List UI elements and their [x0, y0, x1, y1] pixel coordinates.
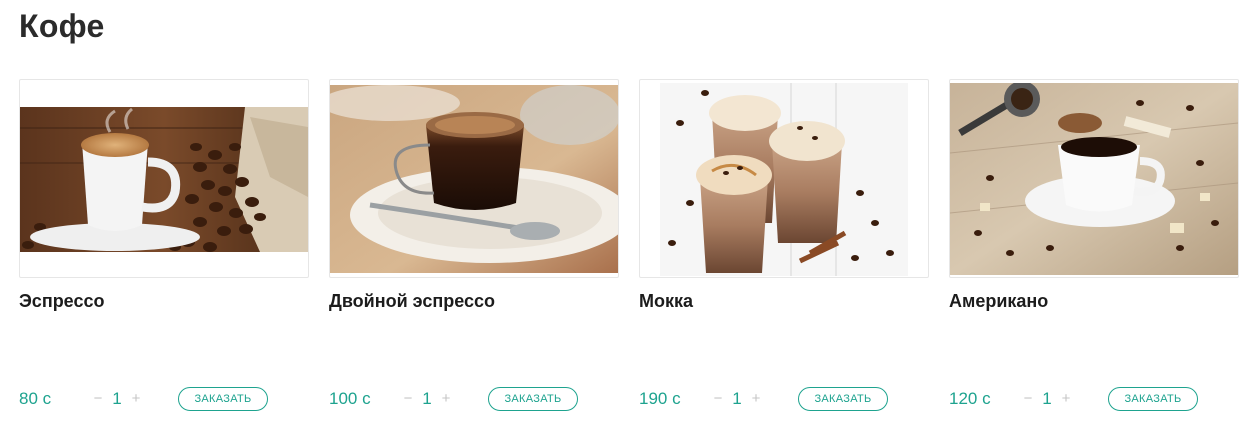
quantity-stepper: − 1 +: [1021, 388, 1073, 410]
order-button[interactable]: ЗАКАЗАТЬ: [178, 387, 268, 411]
order-button[interactable]: ЗАКАЗАТЬ: [488, 387, 578, 411]
product-name[interactable]: Американо: [949, 291, 1048, 312]
product-image-double-espresso[interactable]: [329, 79, 619, 278]
espresso-photo: [20, 107, 308, 252]
quantity-stepper: − 1 +: [91, 388, 143, 410]
product-price: 190 с: [639, 389, 681, 408]
product-name[interactable]: Мокка: [639, 291, 693, 312]
order-button[interactable]: ЗАКАЗАТЬ: [798, 387, 888, 411]
decrement-button[interactable]: −: [1021, 388, 1035, 410]
order-button[interactable]: ЗАКАЗАТЬ: [1108, 387, 1198, 411]
product-image-espresso[interactable]: [19, 79, 309, 278]
quantity-value: 1: [112, 389, 122, 408]
decrement-button[interactable]: −: [401, 388, 415, 410]
decrement-button[interactable]: −: [711, 388, 725, 410]
quantity-stepper: − 1 +: [711, 388, 763, 410]
double-espresso-photo: [330, 85, 618, 273]
product-card: Мокка 190 с − 1 + ЗАКАЗАТЬ: [639, 79, 929, 419]
quantity-value: 1: [422, 389, 432, 408]
quantity-value: 1: [732, 389, 742, 408]
americano-photo: [950, 83, 1238, 275]
product-name[interactable]: Двойной эспрессо: [329, 291, 495, 312]
increment-button[interactable]: +: [129, 388, 143, 410]
product-card: Двойной эспрессо 100 с − 1 + ЗАКАЗАТЬ: [329, 79, 619, 419]
product-name[interactable]: Эспрессо: [19, 291, 104, 312]
increment-button[interactable]: +: [439, 388, 453, 410]
product-card: Эспрессо 80 с − 1 + ЗАКАЗАТЬ: [19, 79, 309, 419]
mocha-photo: [660, 83, 908, 276]
product-card: Американо 120 с − 1 + ЗАКАЗАТЬ: [949, 79, 1239, 419]
quantity-value: 1: [1042, 389, 1052, 408]
product-price: 80 с: [19, 389, 52, 408]
increment-button[interactable]: +: [749, 388, 763, 410]
product-image-mocha[interactable]: [639, 79, 929, 278]
quantity-stepper: − 1 +: [401, 388, 453, 410]
product-price: 100 с: [329, 389, 371, 408]
product-price: 120 с: [949, 389, 991, 408]
page-title: Кофе: [19, 8, 105, 44]
product-image-americano[interactable]: [949, 79, 1239, 278]
increment-button[interactable]: +: [1059, 388, 1073, 410]
decrement-button[interactable]: −: [91, 388, 105, 410]
